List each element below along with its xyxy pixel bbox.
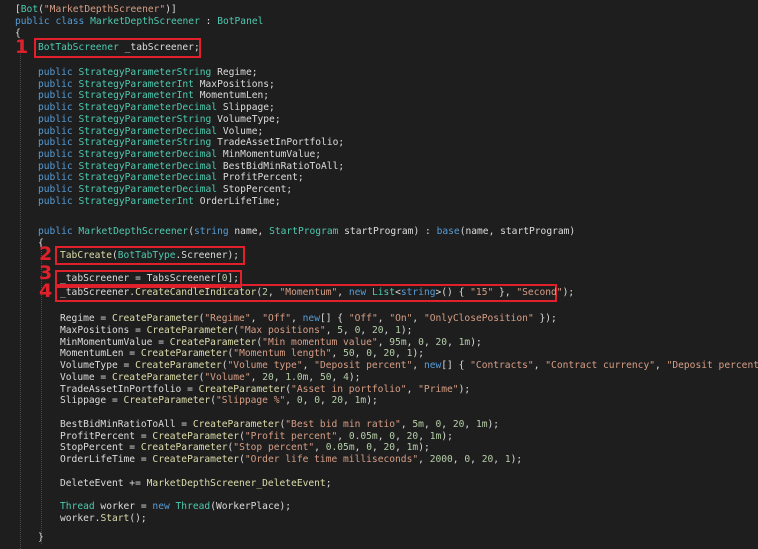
code-line: DeleteEvent += MarketDepthScreener_Delet… (60, 477, 332, 489)
code-line: StopPercent = CreateParameter("Stop perc… (60, 442, 430, 454)
code-line: _tabScreener.CreateCandleIndicator(2, "M… (60, 287, 575, 298)
parameter-declaration-line: public StrategyParameterInt MaxPositions… (38, 78, 275, 90)
code-line: public MarketDepthScreener(string name, … (38, 226, 576, 237)
code-line: BotTabScreener _tabScreener; (38, 42, 200, 53)
code-editor[interactable]: [Bot("MarketDepthScreener")] public clas… (0, 0, 758, 549)
code-line: TradeAssetInPortfolio = CreateParameter(… (60, 383, 471, 395)
code-line: [Bot("MarketDepthScreener")] (15, 4, 177, 15)
parameter-declaration-line: public StrategyParameterString Regime; (38, 67, 258, 78)
code-line: } (38, 532, 44, 543)
code-line: Thread worker = new Thread(WorkerPlace); (60, 501, 292, 512)
indent-guide (20, 40, 21, 549)
code-line: BestBidMinRatioToAll = CreateParameter("… (60, 418, 500, 430)
code-line: worker.Start(); (60, 512, 147, 524)
code-line: MaxPositions = CreateParameter("Max posi… (60, 324, 413, 336)
code-line: OrderLifeTime = CreateParameter("Order l… (60, 454, 523, 465)
parameter-declaration-line: public StrategyParameterDecimal ProfitPe… (38, 172, 304, 184)
code-line: ProfitPercent = CreateParameter("Profit … (60, 430, 453, 442)
code-line: MinMomentumValue = CreateParameter("Min … (60, 336, 482, 348)
parameter-declaration-line: public StrategyParameterDecimal MinMomen… (38, 148, 322, 160)
code-line: Slippage = CreateParameter("Slippage %",… (60, 395, 378, 407)
parameter-declaration-line: public StrategyParameterString VolumeTyp… (38, 113, 281, 125)
parameter-declaration-line: public StrategyParameterInt OrderLifeTim… (38, 195, 281, 207)
annotation-number: 1 (15, 36, 29, 58)
annotation-number: 4 (39, 280, 53, 302)
parameter-declaration-line: public StrategyParameterString TradeAsse… (38, 137, 345, 149)
code-line: Regime = CreateParameter("Regime", "Off"… (60, 313, 557, 324)
code-line: TabCreate(BotTabType.Screener); (60, 250, 240, 261)
parameter-declaration-line: public StrategyParameterDecimal Volume; (38, 125, 264, 137)
parameter-declaration-line: public StrategyParameterDecimal Slippage… (38, 102, 275, 114)
code-line: Volume = CreateParameter("Volume", 20, 1… (60, 371, 361, 383)
parameter-declaration-line: public StrategyParameterDecimal StopPerc… (38, 184, 293, 195)
code-line: VolumeType = CreateParameter("Volume typ… (60, 360, 758, 371)
parameter-declaration-line: public StrategyParameterDecimal BestBidM… (38, 160, 345, 172)
code-line: MomentumLen = CreateParameter("Momentum … (60, 348, 424, 360)
code-line: public class MarketDepthScreener : BotPa… (15, 16, 264, 27)
parameter-declaration-line: public StrategyParameterInt MomentumLen; (38, 90, 270, 102)
